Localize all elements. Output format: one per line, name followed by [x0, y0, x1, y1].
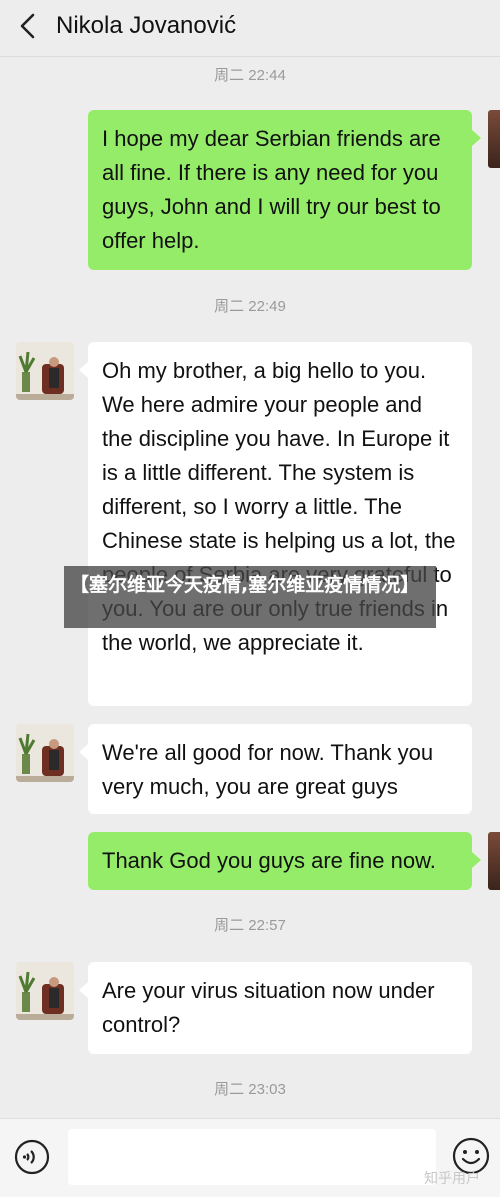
outgoing-message[interactable]: Thank God you guys are fine now.	[88, 832, 481, 890]
contact-photo-icon	[16, 724, 74, 782]
timestamp: 周二 22:49	[214, 298, 286, 315]
back-button[interactable]	[12, 10, 44, 42]
message-input[interactable]	[68, 1129, 436, 1185]
incoming-message[interactable]: Are your virus situation now under contr…	[79, 962, 472, 1054]
chevron-left-icon	[20, 13, 35, 39]
contact-avatar[interactable]	[16, 724, 74, 782]
incoming-message[interactable]: Oh my brother, a big hello to you. We he…	[79, 342, 472, 706]
contact-photo-icon	[16, 342, 74, 400]
caption-text: 【塞尔维亚今天疫情,塞尔维亚疫情情况】	[70, 574, 420, 596]
watermark: 知乎用户	[424, 1171, 480, 1187]
incoming-message[interactable]: We're all good for now. Thank you very m…	[79, 724, 472, 814]
contact-avatar[interactable]	[16, 342, 74, 400]
page-title: Nikola Jovanović	[56, 12, 237, 39]
chat-header: Nikola Jovanović	[0, 0, 500, 57]
timestamp: 周二 22:44	[214, 67, 286, 84]
outgoing-message[interactable]: I hope my dear Serbian friends are all f…	[88, 110, 481, 270]
voice-icon	[14, 1139, 50, 1175]
self-avatar[interactable]	[488, 110, 500, 168]
contact-avatar[interactable]	[16, 962, 74, 1020]
self-avatar[interactable]	[488, 832, 500, 890]
timestamp: 周二 22:57	[214, 917, 286, 934]
voice-button[interactable]	[14, 1139, 50, 1175]
timestamp: 周二 23:03	[214, 1081, 286, 1098]
contact-photo-icon	[16, 962, 74, 1020]
caption-overlay: 【塞尔维亚今天疫情,塞尔维亚疫情情况】	[64, 566, 436, 628]
